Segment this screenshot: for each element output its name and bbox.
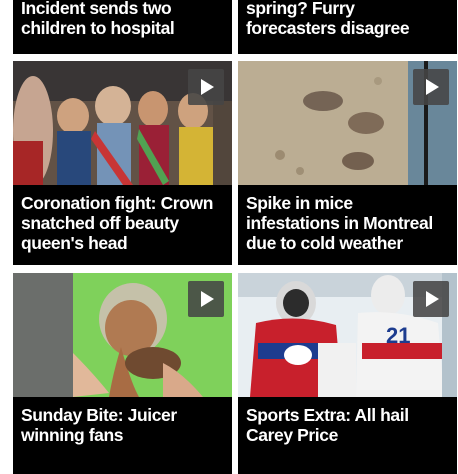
video-tile-sunday-bite[interactable]: Sunday Bite: Juicer winning fans	[13, 273, 232, 474]
tile-title-line: forecasters disagree	[246, 18, 410, 38]
tile-title-line: queen's head	[21, 233, 128, 253]
tile-title-line: spring? Furry	[246, 0, 355, 18]
play-icon	[201, 291, 214, 307]
tile-caption[interactable]: Sports Extra: All hail Carey Price	[238, 397, 457, 474]
video-tile-incident[interactable]: Incident sends two children to hospital	[13, 0, 232, 54]
play-button[interactable]	[188, 281, 224, 317]
tile-title-line: due to cold weather	[246, 233, 403, 253]
video-tile-coronation-fight[interactable]: Coronation fight: Crown snatched off bea…	[13, 61, 232, 265]
tile-caption[interactable]: Sunday Bite: Juicer winning fans	[13, 397, 232, 474]
play-icon	[426, 291, 439, 307]
svg-text:21: 21	[386, 323, 410, 348]
video-tile-mice-infestations[interactable]: Spike in mice infestations in Montreal d…	[238, 61, 457, 265]
play-button[interactable]	[413, 69, 449, 105]
tile-title-line: Coronation fight: Crown	[21, 193, 214, 213]
tile-title-line: snatched off beauty	[21, 213, 179, 233]
tile-caption[interactable]: spring? Furry forecasters disagree	[238, 0, 457, 54]
tile-title-line: Spike in mice	[246, 193, 353, 213]
tile-caption[interactable]: Spike in mice infestations in Montreal d…	[238, 185, 457, 265]
play-icon	[426, 79, 439, 95]
tile-caption[interactable]: Coronation fight: Crown snatched off bea…	[13, 185, 232, 265]
play-button[interactable]	[188, 69, 224, 105]
tile-title-line: Sunday Bite: Juicer	[21, 405, 177, 425]
video-tile-furry-forecasters[interactable]: spring? Furry forecasters disagree	[238, 0, 457, 54]
tile-title-line: children to hospital	[21, 18, 175, 38]
play-icon	[201, 79, 214, 95]
tile-title-line: Sports Extra: All hail	[246, 405, 409, 425]
tile-caption[interactable]: Incident sends two children to hospital	[13, 0, 232, 54]
play-button[interactable]	[413, 281, 449, 317]
tile-title-line: Incident sends two	[21, 0, 172, 18]
video-tile-carey-price[interactable]: 21 Sports Extra: All hail Carey Price	[238, 273, 457, 474]
tile-title-line: Carey Price	[246, 425, 338, 445]
tile-title-line: infestations in Montreal	[246, 213, 433, 233]
tile-title-line: winning fans	[21, 425, 124, 445]
